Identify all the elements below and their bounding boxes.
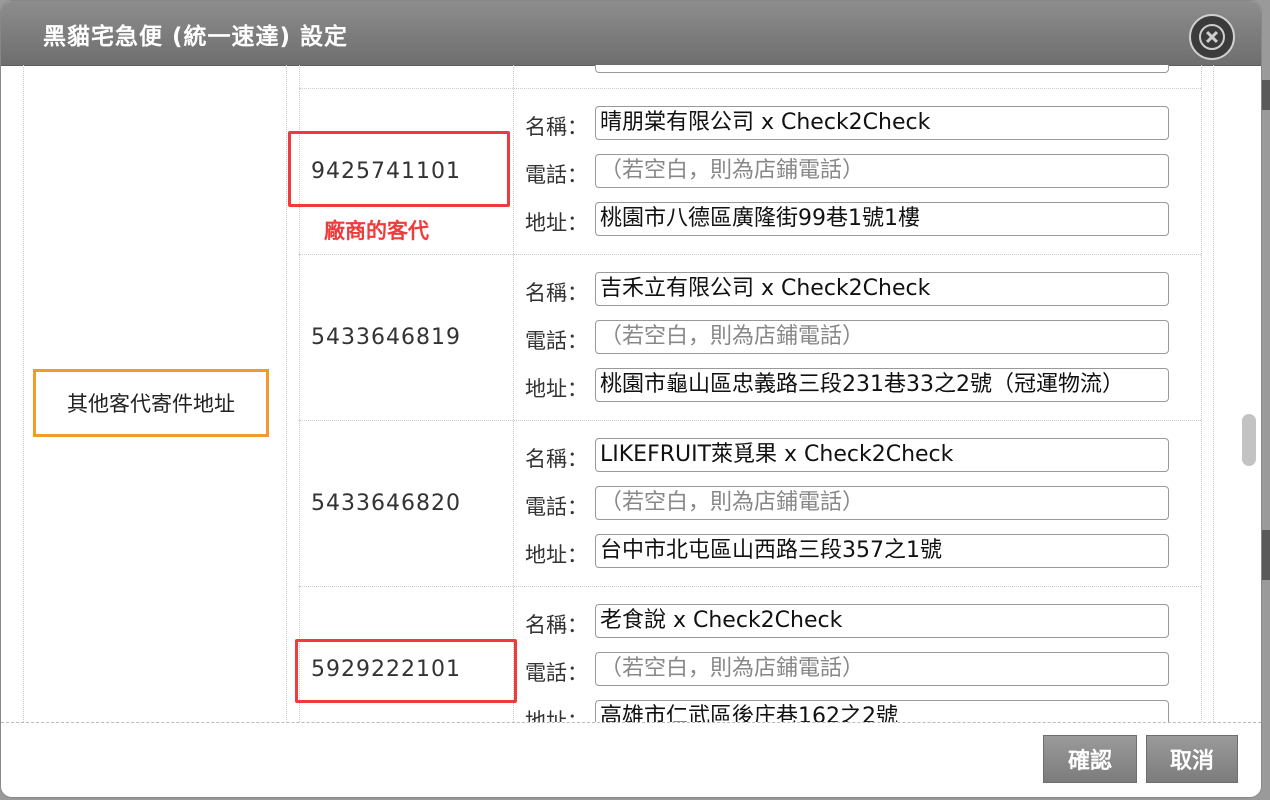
address-label: 地址： [525, 211, 588, 235]
dialog-footer: 確認 取消 [1, 722, 1261, 797]
address-label: 地址： [525, 709, 588, 722]
dialog-titlebar: 黑貓宅急便 (統一速達) 設定 [1, 1, 1261, 66]
name-label: 名稱： [525, 613, 588, 637]
highlight-box [295, 639, 517, 703]
scrollbar-thumb[interactable] [1242, 414, 1256, 466]
background-strip [1262, 530, 1270, 580]
section-label: 其他客代寄件地址 [33, 369, 269, 437]
background-strip [1262, 80, 1270, 110]
address-field[interactable]: 高雄市仁武區後庄巷162之2號 [595, 700, 1169, 722]
close-button[interactable] [1189, 14, 1235, 60]
account-code: 5433646820 [311, 491, 461, 516]
confirm-button[interactable]: 確認 [1043, 735, 1137, 783]
divider [1201, 65, 1202, 722]
name-field[interactable]: 老食說 x Check2Check [595, 604, 1169, 638]
name-field[interactable]: 晴朋棠有限公司 x Check2Check [595, 106, 1169, 140]
phone-field[interactable]: （若空白，則為店鋪電話） [595, 486, 1169, 520]
account-code: 5433646819 [311, 325, 461, 350]
close-circle-icon [1199, 24, 1225, 50]
divider [286, 65, 287, 722]
phone-label: 電話： [525, 329, 588, 353]
address-label: 地址： [525, 543, 588, 567]
account-row: 5433646819 名稱： 吉禾立有限公司 x Check2Check 電話：… [299, 255, 1201, 420]
address-field[interactable]: 桃園市八德區廣隆街99巷1號1樓 [595, 202, 1169, 236]
name-field[interactable]: 吉禾立有限公司 x Check2Check [595, 272, 1169, 306]
name-field[interactable]: LIKEFRUIT萊覓果 x Check2Check [595, 438, 1169, 472]
account-row: 5433646820 名稱： LIKEFRUIT萊覓果 x Check2Chec… [299, 421, 1201, 586]
address-label: 地址： [525, 377, 588, 401]
annotation-note: 廠商的客代 [324, 219, 429, 243]
phone-label: 電話： [525, 163, 588, 187]
address-field[interactable]: 台中市北屯區山西路三段357之1號 [595, 534, 1169, 568]
phone-field[interactable]: （若空白，則為店鋪電話） [595, 154, 1169, 188]
name-label: 名稱： [525, 447, 588, 471]
address-field[interactable]: 桃園市龜山區忠義路三段231巷33之2號（冠運物流） [595, 368, 1169, 402]
phone-label: 電話： [525, 495, 588, 519]
divider [1213, 65, 1214, 722]
divider [23, 65, 24, 722]
previous-row-input[interactable] [595, 65, 1169, 73]
phone-field[interactable]: （若空白，則為店鋪電話） [595, 652, 1169, 686]
phone-label: 電話： [525, 661, 588, 685]
dialog-content[interactable]: 其他客代寄件地址 9425741101 名稱： 晴朋棠有限公司 x Check2… [1, 65, 1261, 722]
phone-field[interactable]: （若空白，則為店鋪電話） [595, 320, 1169, 354]
dialog-title: 黑貓宅急便 (統一速達) 設定 [43, 24, 349, 50]
name-label: 名稱： [525, 281, 588, 305]
highlight-box [288, 131, 510, 207]
name-label: 名稱： [525, 115, 588, 139]
cancel-button[interactable]: 取消 [1146, 735, 1238, 783]
settings-dialog: 黑貓宅急便 (統一速達) 設定 其他客代寄件地址 9425741101 名稱： … [0, 0, 1262, 798]
